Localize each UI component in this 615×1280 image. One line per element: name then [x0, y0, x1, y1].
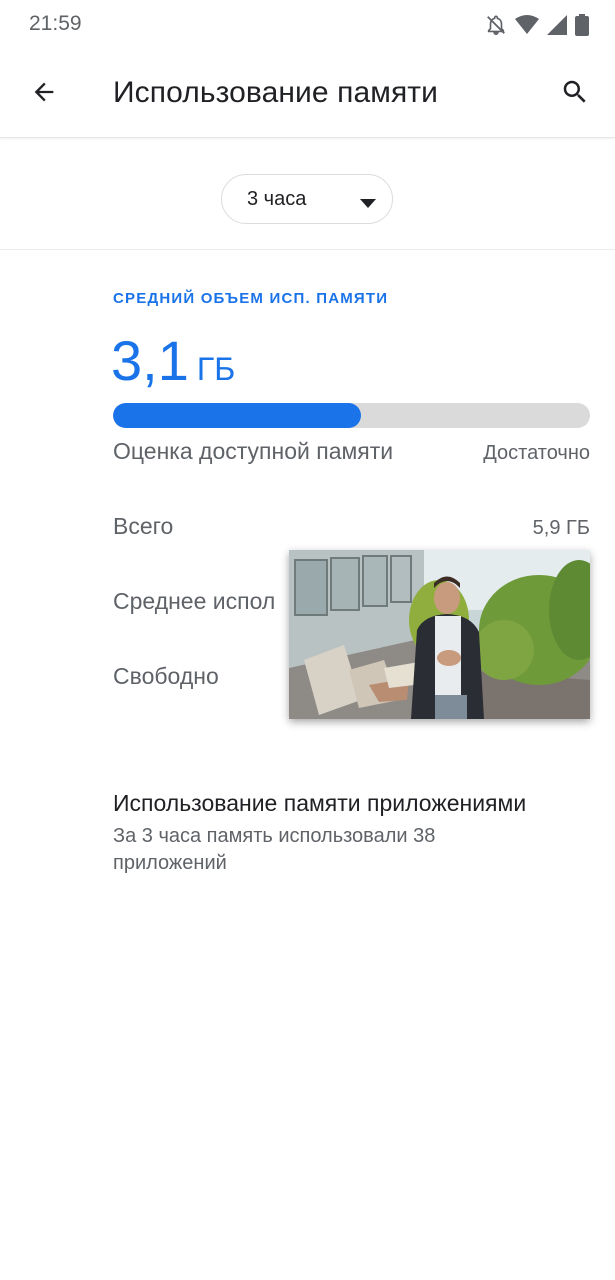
average-memory-number: 3,1	[111, 329, 189, 392]
available-memory-value: Достаточно	[483, 442, 590, 464]
memory-usage-bar	[113, 403, 590, 428]
wifi-icon	[515, 15, 539, 35]
search-button[interactable]	[555, 74, 595, 114]
dropdown-arrow-icon	[360, 195, 376, 213]
average-memory-value: 3,1 ГБ	[111, 328, 235, 393]
average-usage-label: Среднее испол	[113, 588, 276, 614]
free-memory-label: Свободно	[113, 663, 219, 689]
total-memory-value: 5,9 ГБ	[532, 517, 590, 539]
memory-usage-bar-fill	[113, 403, 362, 428]
video-frame	[289, 550, 590, 719]
app-bar: Использование памяти	[0, 50, 615, 138]
signal-icon	[547, 15, 567, 35]
search-icon	[560, 77, 590, 112]
status-bar: 21:59	[0, 0, 615, 50]
battery-icon	[575, 14, 589, 36]
status-time: 21:59	[29, 12, 82, 35]
page-title: Использование памяти	[113, 76, 438, 109]
arrow-back-icon	[30, 78, 58, 111]
status-icons	[485, 13, 589, 37]
app-memory-usage-subtitle: За 3 часа память использовали 38 приложе…	[113, 825, 436, 874]
app-memory-usage-title: Использование памяти приложениями	[113, 790, 527, 816]
total-memory-label: Всего	[113, 513, 174, 539]
available-memory-label: Оценка доступной памяти	[113, 438, 394, 464]
total-memory-row: Всего 5,9 ГБ	[113, 513, 590, 547]
back-button[interactable]	[26, 76, 62, 112]
period-dropdown[interactable]: 3 часа	[221, 174, 393, 224]
notifications-off-icon	[485, 14, 507, 36]
period-section: 3 часа	[0, 138, 615, 250]
available-memory-row: Оценка доступной памяти Достаточно	[113, 438, 590, 472]
period-dropdown-label: 3 часа	[247, 187, 307, 210]
picture-in-picture-video[interactable]	[289, 550, 590, 719]
average-memory-heading: СРЕДНИЙ ОБЪЕМ ИСП. ПАМЯТИ	[113, 290, 389, 307]
average-memory-unit: ГБ	[196, 351, 236, 387]
